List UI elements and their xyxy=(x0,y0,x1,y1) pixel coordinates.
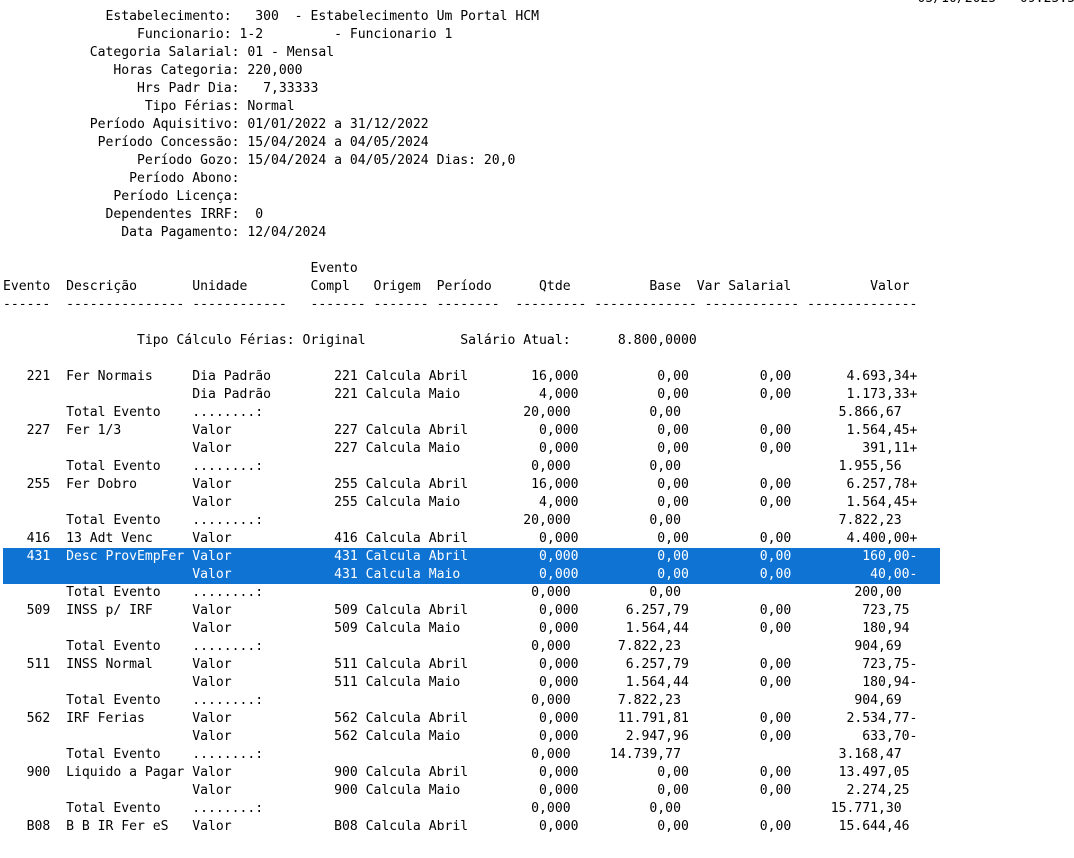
report-row[interactable]: 255 Fer Dobro Valor 255 Calcula Abril 16… xyxy=(3,476,1074,494)
column-header-line: Evento Descrição Unidade Compl Origem Pe… xyxy=(3,279,910,294)
column-header-line: Tipo Cálculo Férias: Original Salário At… xyxy=(3,333,697,348)
header-line: Período Aquisitivo: 01/01/2022 a 31/12/2… xyxy=(3,117,429,132)
report-row[interactable]: 221 Fer Normais Dia Padrão 221 Calcula A… xyxy=(3,368,1074,386)
header-line: 05/10/2025 09:25:52 xyxy=(3,0,1074,8)
column-header-line: ------ --------------- ------------ ----… xyxy=(3,297,918,312)
header-line: Data Pagamento: 12/04/2024 xyxy=(3,225,327,240)
report-row[interactable]: Valor 431 Calcula Maio 0,000 0,00 0,00 4… xyxy=(3,566,940,584)
report-row[interactable]: Valor 227 Calcula Maio 0,000 0,00 0,00 3… xyxy=(3,440,1074,458)
report-row[interactable]: Total Evento ........: 0,000 0,00 200,00 xyxy=(3,584,1074,602)
report-row[interactable]: Valor 255 Calcula Maio 4,000 0,00 0,00 1… xyxy=(3,494,1074,512)
column-header: Evento Evento Descrição Unidade Compl Ori… xyxy=(3,242,1074,368)
report-header: 05/10/2025 09:25:52 Estabelecimento: 300… xyxy=(3,0,1074,242)
header-line: Categoria Salarial: 01 - Mensal xyxy=(3,45,335,60)
report-row[interactable]: 416 13 Adt Venc Valor 416 Calcula Abril … xyxy=(3,530,1074,548)
header-line: Período Licença: xyxy=(3,189,240,204)
report-row[interactable]: Valor 900 Calcula Maio 0,000 0,00 0,00 2… xyxy=(3,782,1074,800)
header-line: Período Concessão: 15/04/2024 a 04/05/20… xyxy=(3,135,429,150)
report-row[interactable]: 431 Desc ProvEmpFer Valor 431 Calcula Ab… xyxy=(3,548,940,566)
report-row[interactable]: Total Evento ........: 0,000 0,00 15.771… xyxy=(3,800,1074,818)
report-row[interactable]: 900 Liquido a Pagar Valor 900 Calcula Ab… xyxy=(3,764,1074,782)
header-line: Estabelecimento: 300 - Estabelecimento U… xyxy=(3,9,540,24)
report-row[interactable]: 227 Fer 1/3 Valor 227 Calcula Abril 0,00… xyxy=(3,422,1074,440)
report-row[interactable]: Total Evento ........: 0,000 0,00 1.955,… xyxy=(3,458,1074,476)
report-row[interactable]: Valor 562 Calcula Maio 0,000 2.947,96 0,… xyxy=(3,728,1074,746)
column-header-line xyxy=(3,314,1074,332)
report-row[interactable]: Total Evento ........: 20,000 0,00 5.866… xyxy=(3,404,1074,422)
header-line: Hrs Padr Dia: 7,33333 xyxy=(3,81,319,96)
header-line: Funcionario: 1-2 - Funcionario 1 xyxy=(3,27,453,42)
report-row[interactable]: B08 B B IR Fer eS Valor B08 Calcula Abri… xyxy=(3,818,1074,836)
report-document: 05/10/2025 09:25:52 Estabelecimento: 300… xyxy=(3,0,1074,836)
header-line: Dependentes IRRF: 0 xyxy=(3,207,264,222)
report-body: 221 Fer Normais Dia Padrão 221 Calcula A… xyxy=(3,368,1074,836)
report-row[interactable]: 562 IRF Ferias Valor 562 Calcula Abril 0… xyxy=(3,710,1074,728)
report-row[interactable]: Valor 511 Calcula Maio 0,000 1.564,44 0,… xyxy=(3,674,1074,692)
report-row[interactable]: 511 INSS Normal Valor 511 Calcula Abril … xyxy=(3,656,1074,674)
report-row[interactable]: Dia Padrão 221 Calcula Maio 4,000 0,00 0… xyxy=(3,386,1074,404)
report-row[interactable]: 509 INSS p/ IRF Valor 509 Calcula Abril … xyxy=(3,602,1074,620)
column-header-line xyxy=(3,242,1074,260)
header-line: Período Gozo: 15/04/2024 a 04/05/2024 Di… xyxy=(3,153,516,168)
report-row[interactable]: Total Evento ........: 0,000 7.822,23 90… xyxy=(3,638,1074,656)
column-header-line xyxy=(3,350,1074,368)
report-row[interactable]: Total Evento ........: 0,000 7.822,23 90… xyxy=(3,692,1074,710)
column-header-line: Evento xyxy=(3,261,358,276)
report-row[interactable]: Total Evento ........: 0,000 14.739,77 3… xyxy=(3,746,1074,764)
header-line: Período Abono: xyxy=(3,171,240,186)
report-row[interactable]: Valor 509 Calcula Maio 0,000 1.564,44 0,… xyxy=(3,620,1074,638)
report-row[interactable]: Total Evento ........: 20,000 0,00 7.822… xyxy=(3,512,1074,530)
header-line: Tipo Férias: Normal xyxy=(3,99,295,114)
header-line: Horas Categoria: 220,000 xyxy=(3,63,303,78)
